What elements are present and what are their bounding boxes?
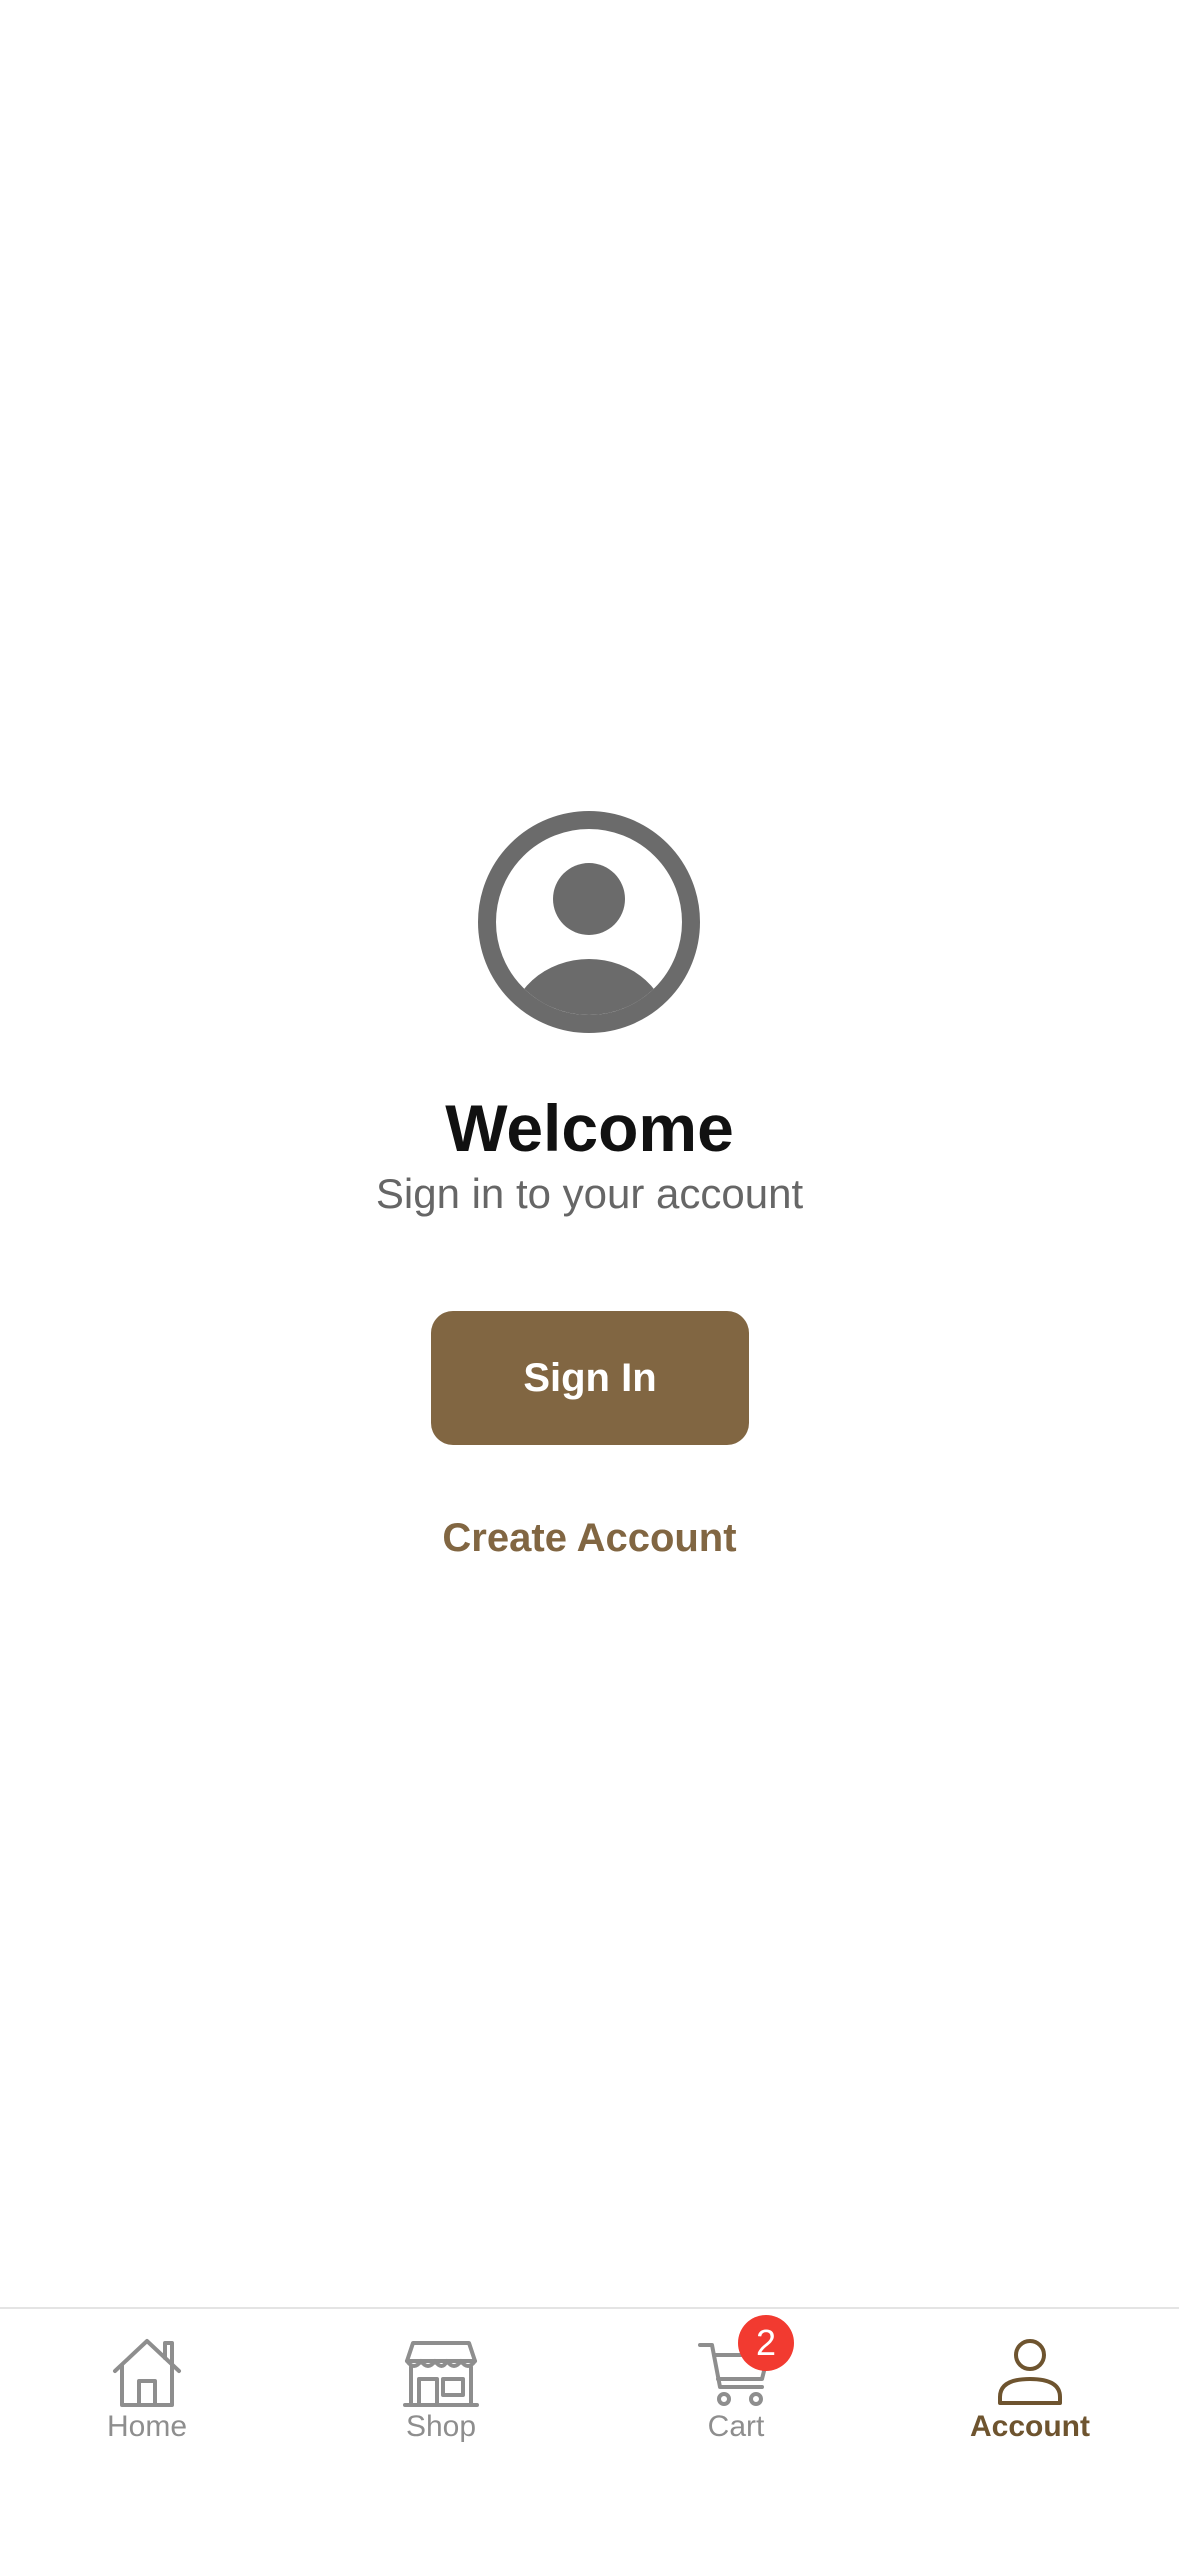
house-icon — [107, 2331, 187, 2411]
tab-label-shop: Shop — [405, 2410, 477, 2443]
tab-bar: Home Shop Cart Account — [0, 2307, 1179, 2556]
account-screen: Welcome Sign in to your account Sign In … — [0, 0, 1179, 2556]
storefront-icon — [401, 2331, 481, 2411]
tab-label-account: Account — [970, 2410, 1090, 2443]
create-account-link[interactable]: Create Account — [442, 1516, 736, 1560]
tab-label-cart: Cart — [707, 2410, 765, 2443]
tab-home[interactable]: Home — [0, 2309, 294, 2469]
tab-account[interactable]: Account — [883, 2309, 1177, 2469]
cart-badge: 2 — [738, 2315, 794, 2371]
create-account-area: Create Account — [0, 1508, 1179, 1568]
welcome-title: Welcome — [445, 1091, 734, 1165]
tab-cart[interactable]: Cart — [589, 2309, 883, 2469]
sign-in-button[interactable]: Sign In — [431, 1311, 749, 1445]
person-circle-icon — [478, 811, 700, 1033]
welcome-subtitle: Sign in to your account — [375, 1170, 804, 1217]
tab-shop[interactable]: Shop — [294, 2309, 588, 2469]
tab-label-home: Home — [106, 2410, 188, 2443]
person-icon — [990, 2331, 1070, 2411]
